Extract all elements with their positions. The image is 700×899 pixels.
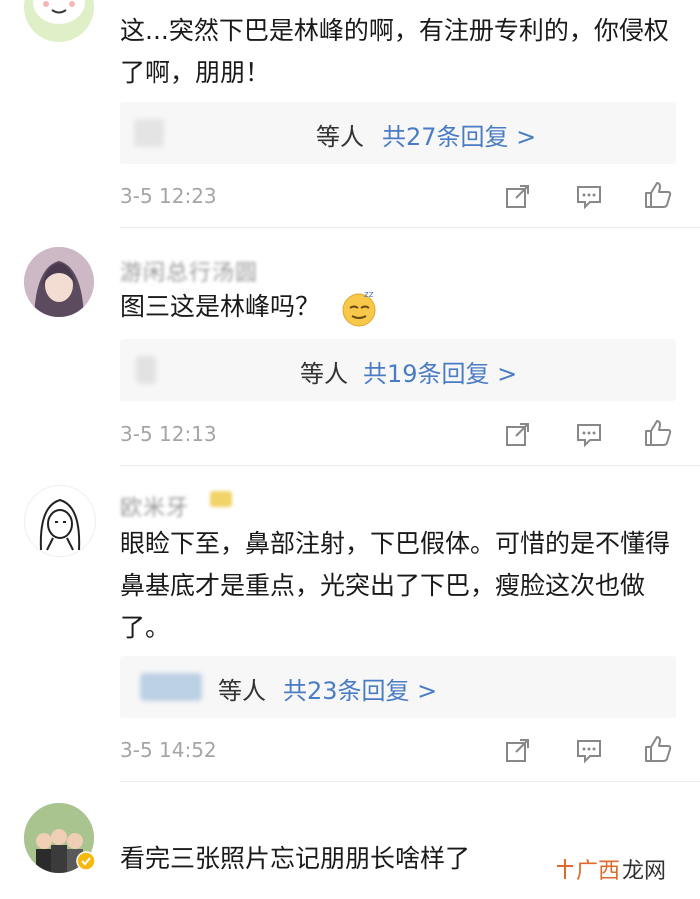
- site-watermark: 广西 龙网: [556, 853, 666, 885]
- username[interactable]: 游闲总行汤圆: [120, 255, 258, 287]
- like-icon[interactable]: [643, 180, 673, 210]
- emoji-sleepy-icon: zz: [342, 290, 376, 327]
- user-badge: [210, 491, 232, 507]
- comment-text: 这...突然下巴是林峰的啊，有注册专利的，你侵权了啊，朋朋！: [120, 16, 669, 87]
- reply-who: 等人: [316, 123, 364, 151]
- username[interactable]: 欧米牙: [120, 490, 189, 522]
- divider: [120, 781, 700, 782]
- comment-time: 3-5 14:52: [120, 738, 217, 762]
- divider: [120, 465, 700, 466]
- comment-time: 3-5 12:13: [120, 422, 217, 446]
- reply-count-link[interactable]: 共19条回复 >: [363, 354, 517, 389]
- watermark-text-part2: 龙网: [621, 859, 666, 884]
- comment-icon[interactable]: [574, 419, 604, 449]
- reply-summary[interactable]: 等人 共19条回复 >: [120, 339, 676, 401]
- comment-text: 图三这是林峰吗？ zz: [120, 286, 675, 328]
- reply-who: 等人: [218, 677, 266, 705]
- comment-text: 眼睑下至，鼻部注射，下巴假体。可惜的是不懂得鼻基底才是重点，光突出了下巴，瘦脸这…: [120, 529, 671, 642]
- share-icon[interactable]: [503, 735, 533, 765]
- like-icon[interactable]: [643, 418, 673, 448]
- svg-text:zz: zz: [364, 290, 374, 300]
- blurred-username: [136, 356, 156, 384]
- reply-summary[interactable]: 等人 共23条回复 >: [120, 656, 676, 718]
- blurred-username: [134, 119, 164, 147]
- comment-time: 3-5 12:23: [120, 184, 217, 208]
- avatar[interactable]: [24, 485, 96, 557]
- watermark-logo-icon: [556, 859, 573, 879]
- divider: [120, 227, 700, 228]
- comment-icon[interactable]: [574, 735, 604, 765]
- reply-summary[interactable]: 等人 共27条回复 >: [120, 102, 676, 164]
- share-icon[interactable]: [503, 181, 533, 211]
- watermark-text-part1: 广西: [575, 859, 620, 884]
- comment-text-content: 图三这是林峰吗？: [120, 292, 321, 321]
- share-icon[interactable]: [503, 419, 533, 449]
- comment-icon[interactable]: [574, 181, 604, 211]
- reply-count-link[interactable]: 共23条回复 >: [283, 671, 437, 706]
- verified-badge-icon: [76, 851, 96, 871]
- avatar[interactable]: [24, 0, 94, 42]
- reply-who: 等人: [300, 360, 348, 388]
- blurred-username: [140, 673, 202, 701]
- avatar[interactable]: [24, 247, 94, 317]
- reply-count-link[interactable]: 共27条回复 >: [382, 117, 536, 152]
- like-icon[interactable]: [643, 734, 673, 764]
